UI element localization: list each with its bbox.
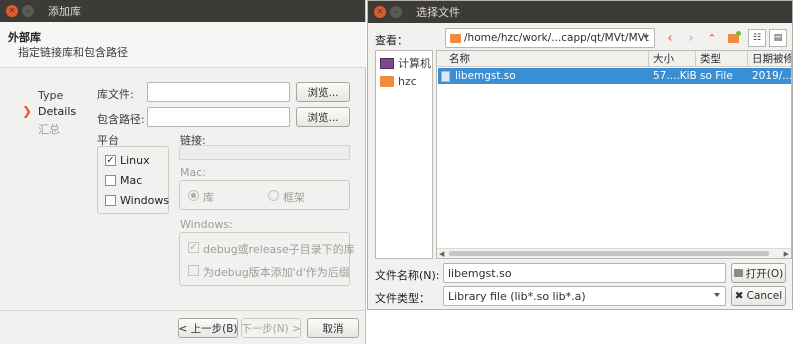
current-step-arrow-icon: ❯ bbox=[22, 104, 33, 118]
look-in-combo[interactable]: /home/hzc/work/...capp/qt/MVt/MVt bbox=[445, 28, 655, 48]
include-path-browse-button[interactable]: 浏览... bbox=[296, 107, 350, 127]
step-type: Type bbox=[38, 89, 64, 102]
mac-label: Mac bbox=[120, 174, 143, 187]
mac-library-option-label: 库 bbox=[203, 191, 214, 204]
new-folder-icon[interactable] bbox=[724, 29, 742, 47]
file-name: libemgst.so bbox=[455, 70, 516, 82]
debug-suffix-label: 为debug版本添加'd'作为后缀 bbox=[203, 266, 350, 279]
next-button[interactable]: 下一步(N) > bbox=[241, 318, 301, 338]
file-size: 57....KiB bbox=[653, 70, 696, 82]
windows-checkbox[interactable] bbox=[105, 195, 116, 206]
windows-options-group: ✓ debug或release子目录下的库 为debug版本添加'd'作为后缀 bbox=[179, 232, 355, 286]
scrollbar-thumb[interactable] bbox=[449, 251, 769, 256]
forward-arrow-icon[interactable]: › bbox=[682, 29, 700, 47]
look-in-path: /home/hzc/work/...capp/qt/MVt/MVt bbox=[464, 32, 649, 44]
platform-group: ✓ Linux Mac Windows bbox=[97, 146, 169, 214]
file-list: 名称 大小 类型 日期被修 libemgst.so 57....KiB so F… bbox=[436, 50, 792, 259]
column-header-size[interactable]: 大小 bbox=[649, 51, 696, 67]
windows-label: Windows bbox=[120, 194, 170, 207]
scroll-right-icon[interactable]: ▶ bbox=[784, 250, 789, 258]
step-details: Details bbox=[38, 105, 77, 118]
file-name-cell: libemgst.so bbox=[438, 68, 649, 84]
mac-linkage-group: 库 框架 bbox=[179, 180, 350, 210]
library-file-browse-button[interactable]: 浏览... bbox=[296, 82, 350, 102]
cancel-button-label: Cancel bbox=[746, 290, 783, 302]
debug-release-checkbox[interactable]: ✓ bbox=[188, 242, 199, 253]
dialog-title: 选择文件 bbox=[416, 6, 460, 19]
library-file-label: 库文件: bbox=[97, 88, 134, 101]
list-view-icon[interactable]: ☷ bbox=[748, 29, 766, 47]
scroll-left-icon[interactable]: ◀ bbox=[439, 250, 444, 258]
cancel-button[interactable]: 取消 bbox=[307, 318, 359, 338]
mac-library-radio[interactable] bbox=[188, 190, 199, 201]
file-type-value: Library file (lib*.so lib*.a) bbox=[448, 289, 586, 303]
table-row[interactable]: libemgst.so 57....KiB so File 2019/... bbox=[438, 68, 792, 84]
open-button-label: 打开(O) bbox=[745, 267, 784, 280]
file-icon bbox=[441, 70, 450, 82]
file-type-label: 文件类型： bbox=[375, 292, 430, 305]
mac-framework-option-label: 框架 bbox=[283, 191, 305, 204]
include-path-input[interactable] bbox=[147, 107, 290, 127]
include-path-label: 包含路径: bbox=[97, 113, 145, 126]
footer-divider bbox=[0, 310, 366, 311]
places-sidebar: 计算机 hzc bbox=[375, 50, 433, 259]
horizontal-scrollbar[interactable]: ◀ ▶ bbox=[437, 248, 791, 258]
file-dialog-titlebar: ✕ – 选择文件 bbox=[368, 1, 792, 23]
column-header-type[interactable]: 类型 bbox=[696, 51, 748, 67]
chevron-down-icon bbox=[643, 35, 649, 39]
open-icon bbox=[733, 269, 743, 277]
step-summary: 汇总 bbox=[38, 123, 60, 136]
page-title: 外部库 bbox=[8, 31, 41, 44]
windows-section-label: Windows: bbox=[180, 218, 233, 231]
page-subtitle: 指定链接库和包含路径 bbox=[18, 46, 128, 59]
folder-icon bbox=[450, 34, 461, 43]
file-dialog-window: ✕ – 选择文件 查看： /home/hzc/work/...capp/qt/M… bbox=[367, 0, 793, 310]
minimize-icon[interactable]: – bbox=[22, 5, 34, 17]
sidebar-item-label: hzc bbox=[398, 74, 417, 88]
add-library-window: ✕ – 添加库 外部库 指定链接库和包含路径 Type ❯ Details 汇总… bbox=[0, 0, 366, 344]
dialog-cancel-button[interactable]: ✖ Cancel bbox=[731, 286, 786, 306]
folder-icon bbox=[380, 75, 394, 87]
linux-label: Linux bbox=[120, 154, 150, 167]
mac-framework-radio[interactable] bbox=[268, 190, 279, 201]
column-header-date[interactable]: 日期被修 bbox=[748, 51, 791, 67]
mac-section-label: Mac: bbox=[180, 166, 206, 179]
debug-suffix-checkbox[interactable] bbox=[188, 265, 199, 276]
linux-checkbox[interactable]: ✓ bbox=[105, 155, 116, 166]
file-name-label: 文件名称(N): bbox=[375, 269, 440, 282]
close-icon[interactable]: ✕ bbox=[6, 5, 18, 17]
file-name-input[interactable]: libemgst.so bbox=[443, 263, 726, 283]
computer-icon bbox=[380, 57, 394, 69]
sidebar-item-label: 计算机 bbox=[398, 57, 431, 70]
wizard-header: 外部库 指定链接库和包含路径 bbox=[0, 22, 366, 68]
look-in-label: 查看： bbox=[375, 34, 408, 47]
open-button[interactable]: 打开(O) bbox=[731, 263, 786, 283]
debug-release-label: debug或release子目录下的库 bbox=[203, 243, 355, 256]
cancel-icon: ✖ bbox=[734, 290, 744, 302]
file-date: 2019/... bbox=[752, 70, 792, 82]
chevron-down-icon bbox=[714, 293, 720, 297]
add-library-titlebar: ✕ – 添加库 bbox=[0, 0, 365, 22]
column-header-name[interactable]: 名称 bbox=[437, 51, 649, 67]
sidebar-item-computer[interactable]: 计算机 bbox=[380, 54, 431, 72]
mac-checkbox[interactable] bbox=[105, 175, 116, 186]
detail-view-icon[interactable]: ▤ bbox=[769, 29, 787, 47]
window-title: 添加库 bbox=[48, 5, 81, 18]
library-file-input[interactable] bbox=[147, 82, 290, 102]
minimize-icon[interactable]: – bbox=[390, 6, 402, 18]
sidebar-item-hzc[interactable]: hzc bbox=[380, 72, 417, 90]
back-button[interactable]: < 上一步(B) bbox=[178, 318, 238, 338]
file-type: so File bbox=[700, 70, 733, 82]
file-type-combo[interactable]: Library file (lib*.so lib*.a) bbox=[443, 286, 726, 306]
close-icon[interactable]: ✕ bbox=[374, 6, 386, 18]
parent-directory-icon[interactable]: ⌃ bbox=[703, 29, 721, 47]
back-arrow-icon[interactable]: ‹ bbox=[661, 29, 679, 47]
linkage-combo[interactable] bbox=[179, 145, 350, 160]
